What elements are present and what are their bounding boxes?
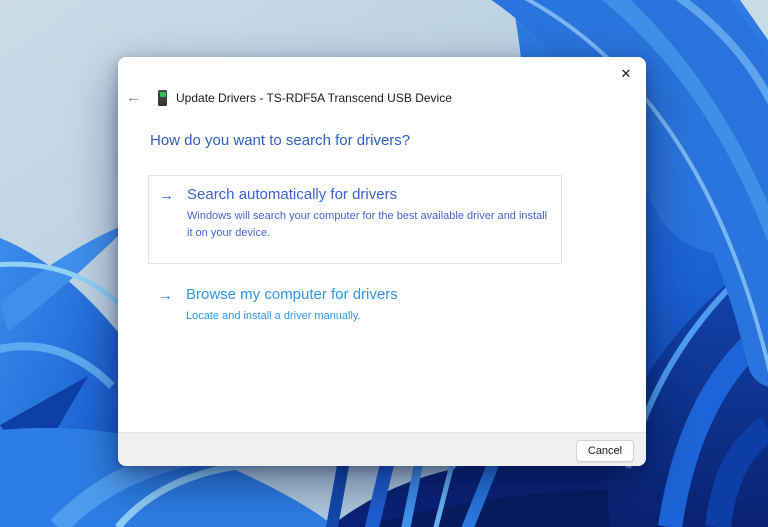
arrow-right-icon: → <box>158 286 178 306</box>
option-description: Windows will search your computer for th… <box>187 208 549 241</box>
close-icon: ✕ <box>621 66 632 82</box>
page-heading: How do you want to search for drivers? <box>150 132 410 149</box>
dialog-title: Update Drivers - TS-RDF5A Transcend USB … <box>176 91 452 105</box>
option-search-automatically[interactable]: → Search automatically for drivers Windo… <box>148 175 562 264</box>
option-browse-computer[interactable]: → Browse my computer for drivers Locate … <box>148 276 562 325</box>
dialog-header: ← Update Drivers - TS-RDF5A Transcend US… <box>126 88 606 108</box>
option-title: Browse my computer for drivers <box>186 285 398 305</box>
device-led <box>160 92 166 97</box>
dialog-footer: Cancel <box>118 432 646 466</box>
back-arrow-icon: ← <box>126 89 141 106</box>
arrow-right-icon: → <box>159 186 179 206</box>
update-drivers-dialog: ✕ ← Update Drivers - TS-RDF5A Transcend … <box>118 57 646 466</box>
option-description: Locate and install a driver manually. <box>186 308 398 325</box>
close-button[interactable]: ✕ <box>612 61 640 87</box>
cancel-button[interactable]: Cancel <box>576 440 634 462</box>
option-text-block: Browse my computer for drivers Locate an… <box>186 285 398 325</box>
option-title: Search automatically for drivers <box>187 185 549 205</box>
option-text-block: Search automatically for drivers Windows… <box>187 185 549 241</box>
back-button[interactable]: ← <box>126 88 148 108</box>
usb-device-icon <box>158 90 167 106</box>
